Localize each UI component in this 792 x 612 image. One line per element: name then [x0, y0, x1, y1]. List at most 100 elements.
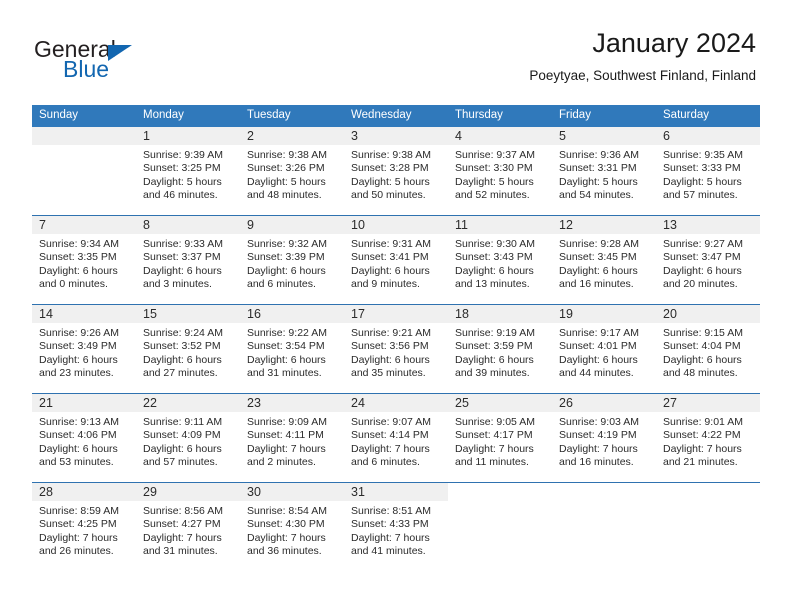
day-cell-inner: [32, 127, 136, 215]
day-info-line: Sunset: 3:56 PM: [351, 340, 429, 353]
day-info-line: Daylight: 7 hours: [247, 531, 326, 544]
day-cell-inner: 16 Sunrise: 9:22 AM Sunset: 3:54 PM Dayligh…: [240, 305, 344, 393]
day-number: 31: [344, 483, 448, 501]
day-cell-inner: 8 Sunrise: 9:33 AM Sunset: 3:37 PM Daylight…: [136, 216, 240, 304]
day-sun-info: Sunrise: 9:39 AM Sunset: 3:25 PM Daylight:…: [136, 145, 240, 203]
calendar-day-cell[interactable]: 2 Sunrise: 9:38 AM Sunset: 3:26 PM Daylight…: [240, 127, 344, 216]
day-info-line: and 57 minutes.: [143, 456, 218, 469]
day-number: 27: [656, 394, 760, 412]
day-number: [656, 483, 760, 501]
day-cell-inner: 6 Sunrise: 9:35 AM Sunset: 3:33 PM Daylight…: [656, 127, 760, 215]
calendar-container: Sunday Monday Tuesday Wednesday Thursday…: [32, 105, 760, 571]
day-info-line: Sunset: 4:33 PM: [351, 518, 429, 531]
calendar-day-cell[interactable]: 18 Sunrise: 9:19 AM Sunset: 3:59 PM Dayligh…: [448, 304, 552, 394]
day-info-line: and 50 minutes.: [351, 189, 426, 202]
day-info-line: Sunset: 3:52 PM: [143, 340, 221, 353]
day-info-line: Sunrise: 9:28 AM: [559, 238, 639, 250]
day-sun-info: Sunrise: 9:01 AM Sunset: 4:22 PM Daylight:…: [656, 412, 760, 470]
calendar-day-cell[interactable]: 10 Sunrise: 9:31 AM Sunset: 3:41 PM Dayligh…: [344, 215, 448, 305]
calendar-day-cell[interactable]: 14 Sunrise: 9:26 AM Sunset: 3:49 PM Dayligh…: [32, 304, 136, 394]
day-number: 18: [448, 305, 552, 323]
calendar-day-cell[interactable]: 24 Sunrise: 9:07 AM Sunset: 4:14 PM Dayligh…: [344, 393, 448, 483]
day-info-line: Sunset: 4:19 PM: [559, 429, 637, 442]
day-info-line: Sunrise: 9:15 AM: [663, 327, 743, 339]
day-cell-inner: [552, 483, 656, 571]
day-info-line: Sunset: 3:33 PM: [663, 162, 741, 175]
calendar-day-cell[interactable]: 13 Sunrise: 9:27 AM Sunset: 3:47 PM Dayligh…: [656, 215, 760, 305]
day-info-line: Daylight: 7 hours: [351, 531, 430, 544]
day-info-line: Sunset: 3:47 PM: [663, 251, 741, 264]
day-info-line: and 52 minutes.: [455, 189, 530, 202]
day-info-line: and 20 minutes.: [663, 278, 738, 291]
day-sun-info: Sunrise: 8:59 AM Sunset: 4:25 PM Daylight:…: [32, 501, 136, 559]
day-info-line: Daylight: 7 hours: [663, 442, 742, 455]
calendar-day-cell[interactable]: 25 Sunrise: 9:05 AM Sunset: 4:17 PM Dayligh…: [448, 393, 552, 483]
page-subtitle: Poeytyae, Southwest Finland, Finland: [529, 68, 756, 83]
day-info-line: Daylight: 5 hours: [559, 175, 638, 188]
calendar-day-cell[interactable]: 6 Sunrise: 9:35 AM Sunset: 3:33 PM Daylight…: [656, 127, 760, 216]
day-info-line: and 9 minutes.: [351, 278, 420, 291]
day-sun-info: Sunrise: 9:07 AM Sunset: 4:14 PM Daylight:…: [344, 412, 448, 470]
day-cell-inner: 25 Sunrise: 9:05 AM Sunset: 4:17 PM Dayligh…: [448, 394, 552, 482]
day-sun-info: Sunrise: 9:38 AM Sunset: 3:28 PM Daylight:…: [344, 145, 448, 203]
day-info-line: and 6 minutes.: [247, 278, 316, 291]
day-info-line: Daylight: 7 hours: [559, 442, 638, 455]
day-info-line: Sunset: 3:37 PM: [143, 251, 221, 264]
calendar-empty-cell: [32, 127, 136, 216]
day-info-line: and 0 minutes.: [39, 278, 108, 291]
calendar-day-cell[interactable]: 26 Sunrise: 9:03 AM Sunset: 4:19 PM Dayligh…: [552, 393, 656, 483]
calendar-page: General Blue January 2024 Poeytyae, Sout…: [0, 0, 792, 612]
day-cell-inner: 24 Sunrise: 9:07 AM Sunset: 4:14 PM Dayligh…: [344, 394, 448, 482]
day-info-line: Sunset: 4:17 PM: [455, 429, 533, 442]
calendar-day-cell[interactable]: 30 Sunrise: 8:54 AM Sunset: 4:30 PM Dayligh…: [240, 482, 344, 571]
calendar-day-cell[interactable]: 7 Sunrise: 9:34 AM Sunset: 3:35 PM Daylight…: [32, 215, 136, 305]
calendar-day-cell[interactable]: 23 Sunrise: 9:09 AM Sunset: 4:11 PM Dayligh…: [240, 393, 344, 483]
calendar-day-cell[interactable]: 3 Sunrise: 9:38 AM Sunset: 3:28 PM Daylight…: [344, 127, 448, 216]
day-sun-info: Sunrise: 9:34 AM Sunset: 3:35 PM Daylight:…: [32, 234, 136, 292]
day-info-line: Sunrise: 9:11 AM: [143, 416, 223, 428]
calendar-day-cell[interactable]: 5 Sunrise: 9:36 AM Sunset: 3:31 PM Daylight…: [552, 127, 656, 216]
calendar-day-cell[interactable]: 28 Sunrise: 8:59 AM Sunset: 4:25 PM Dayligh…: [32, 482, 136, 571]
day-info-line: Sunset: 3:26 PM: [247, 162, 325, 175]
day-info-line: and 16 minutes.: [559, 456, 634, 469]
calendar-day-cell[interactable]: 15 Sunrise: 9:24 AM Sunset: 3:52 PM Dayligh…: [136, 304, 240, 394]
day-cell-inner: 22 Sunrise: 9:11 AM Sunset: 4:09 PM Dayligh…: [136, 394, 240, 482]
day-info-line: Sunrise: 9:26 AM: [39, 327, 119, 339]
calendar-day-cell[interactable]: 21 Sunrise: 9:13 AM Sunset: 4:06 PM Dayligh…: [32, 393, 136, 483]
day-cell-inner: 23 Sunrise: 9:09 AM Sunset: 4:11 PM Dayligh…: [240, 394, 344, 482]
day-cell-inner: 7 Sunrise: 9:34 AM Sunset: 3:35 PM Daylight…: [32, 216, 136, 304]
calendar-day-cell[interactable]: 29 Sunrise: 8:56 AM Sunset: 4:27 PM Dayligh…: [136, 482, 240, 571]
logo-text-blue: Blue: [63, 56, 110, 82]
calendar-day-cell[interactable]: 8 Sunrise: 9:33 AM Sunset: 3:37 PM Daylight…: [136, 215, 240, 305]
day-info-line: Daylight: 6 hours: [143, 353, 222, 366]
calendar-day-cell[interactable]: 27 Sunrise: 9:01 AM Sunset: 4:22 PM Dayligh…: [656, 393, 760, 483]
day-info-line: and 31 minutes.: [247, 367, 322, 380]
day-cell-inner: 26 Sunrise: 9:03 AM Sunset: 4:19 PM Dayligh…: [552, 394, 656, 482]
day-cell-inner: 28 Sunrise: 8:59 AM Sunset: 4:25 PM Dayligh…: [32, 483, 136, 571]
calendar-day-cell[interactable]: 12 Sunrise: 9:28 AM Sunset: 3:45 PM Dayligh…: [552, 215, 656, 305]
day-sun-info: Sunrise: 9:27 AM Sunset: 3:47 PM Daylight:…: [656, 234, 760, 292]
calendar-empty-cell: [448, 482, 552, 571]
calendar-day-cell[interactable]: 11 Sunrise: 9:30 AM Sunset: 3:43 PM Dayligh…: [448, 215, 552, 305]
day-info-line: Daylight: 5 hours: [663, 175, 742, 188]
day-info-line: Sunset: 4:04 PM: [663, 340, 741, 353]
day-cell-inner: 17 Sunrise: 9:21 AM Sunset: 3:56 PM Dayligh…: [344, 305, 448, 393]
day-number: 26: [552, 394, 656, 412]
calendar-day-cell[interactable]: 16 Sunrise: 9:22 AM Sunset: 3:54 PM Dayligh…: [240, 304, 344, 394]
day-info-line: Sunrise: 9:09 AM: [247, 416, 327, 428]
day-cell-inner: 9 Sunrise: 9:32 AM Sunset: 3:39 PM Daylight…: [240, 216, 344, 304]
day-cell-inner: 5 Sunrise: 9:36 AM Sunset: 3:31 PM Daylight…: [552, 127, 656, 215]
calendar-day-cell[interactable]: 19 Sunrise: 9:17 AM Sunset: 4:01 PM Dayligh…: [552, 304, 656, 394]
day-sun-info: Sunrise: 9:37 AM Sunset: 3:30 PM Daylight:…: [448, 145, 552, 203]
day-number: 13: [656, 216, 760, 234]
calendar-day-cell[interactable]: 17 Sunrise: 9:21 AM Sunset: 3:56 PM Dayligh…: [344, 304, 448, 394]
calendar-day-cell[interactable]: 9 Sunrise: 9:32 AM Sunset: 3:39 PM Daylight…: [240, 215, 344, 305]
calendar-day-cell[interactable]: 4 Sunrise: 9:37 AM Sunset: 3:30 PM Daylight…: [448, 127, 552, 216]
calendar-day-cell[interactable]: 20 Sunrise: 9:15 AM Sunset: 4:04 PM Dayligh…: [656, 304, 760, 394]
calendar-day-cell[interactable]: 31 Sunrise: 8:51 AM Sunset: 4:33 PM Dayligh…: [344, 482, 448, 571]
calendar-day-cell[interactable]: 1 Sunrise: 9:39 AM Sunset: 3:25 PM Daylight…: [136, 127, 240, 216]
day-info-line: Sunrise: 9:24 AM: [143, 327, 223, 339]
day-info-line: and 26 minutes.: [39, 545, 114, 558]
day-info-line: Sunset: 3:45 PM: [559, 251, 637, 264]
calendar-day-cell[interactable]: 22 Sunrise: 9:11 AM Sunset: 4:09 PM Dayligh…: [136, 393, 240, 483]
